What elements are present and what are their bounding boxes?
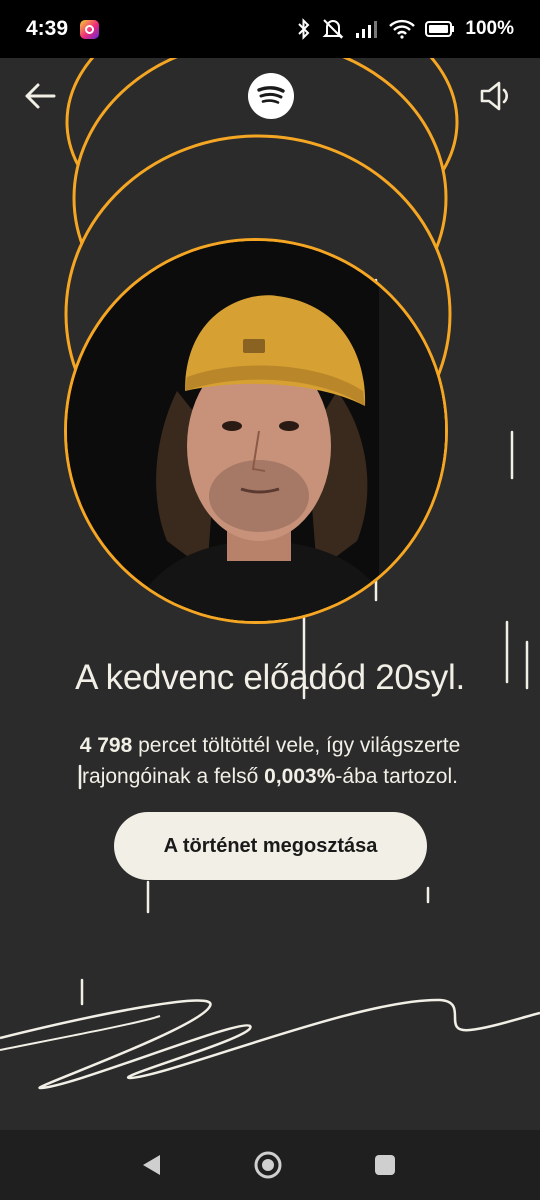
sound-toggle-button[interactable] <box>474 74 518 118</box>
nav-back-icon <box>143 1155 160 1175</box>
nav-recents-button[interactable] <box>368 1148 402 1182</box>
share-story-button[interactable]: A történet megosztása <box>114 812 427 880</box>
nav-home-icon <box>254 1151 282 1179</box>
wrapped-story-card[interactable]: A kedvenc előadód 20syl. 4 798 percet tö… <box>0 58 540 1130</box>
instagram-icon <box>80 19 100 39</box>
spotify-icon <box>257 86 285 104</box>
bluetooth-icon <box>298 18 310 40</box>
spotify-logo <box>248 73 294 119</box>
status-time: 4:39 <box>26 17 69 40</box>
back-button[interactable] <box>18 74 62 118</box>
headline: A kedvenc előadód 20syl. <box>75 658 465 697</box>
arrow-left-icon <box>25 83 56 109</box>
speaker-icon <box>480 81 508 111</box>
mute-icon <box>322 19 344 39</box>
stats-text: 4 798 percet töltöttél vele, így világsz… <box>40 730 500 792</box>
nav-back-button[interactable] <box>134 1148 168 1182</box>
signal-icon <box>356 21 378 38</box>
wifi-icon <box>389 19 416 39</box>
percent-value: 0,003% <box>264 765 336 788</box>
artist-portrait <box>64 238 448 624</box>
minutes-value: 4 798 <box>79 734 133 757</box>
squiggle-line <box>0 998 540 1090</box>
battery-icon <box>425 21 455 37</box>
stats-text-part-2: -ába tartozol. <box>335 765 458 788</box>
artist-image <box>67 241 445 621</box>
nav-recents-icon <box>375 1155 395 1175</box>
battery-percent: 100% <box>465 18 514 39</box>
nav-home-button[interactable] <box>251 1148 285 1182</box>
system-nav-bar <box>0 1130 540 1200</box>
status-bar: 4:39 100% <box>0 0 540 58</box>
